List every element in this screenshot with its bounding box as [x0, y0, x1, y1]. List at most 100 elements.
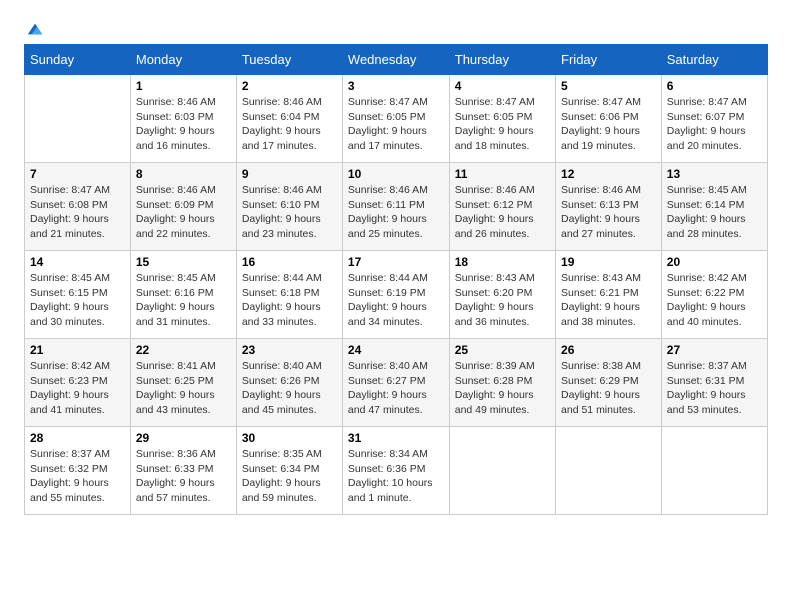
day-number: 4 — [455, 79, 550, 93]
calendar-cell: 15 Sunrise: 8:45 AM Sunset: 6:16 PM Dayli… — [130, 251, 236, 339]
day-info: Sunrise: 8:37 AM Sunset: 6:31 PM Dayligh… — [667, 359, 762, 418]
day-number: 31 — [348, 431, 444, 445]
day-number: 13 — [667, 167, 762, 181]
day-info: Sunrise: 8:37 AM Sunset: 6:32 PM Dayligh… — [30, 447, 125, 506]
day-info: Sunrise: 8:46 AM Sunset: 6:11 PM Dayligh… — [348, 183, 444, 242]
day-number: 16 — [242, 255, 337, 269]
day-info: Sunrise: 8:39 AM Sunset: 6:28 PM Dayligh… — [455, 359, 550, 418]
calendar-week-5: 28 Sunrise: 8:37 AM Sunset: 6:32 PM Dayli… — [25, 427, 768, 515]
day-info: Sunrise: 8:41 AM Sunset: 6:25 PM Dayligh… — [136, 359, 231, 418]
calendar-cell: 5 Sunrise: 8:47 AM Sunset: 6:06 PM Daylig… — [556, 75, 662, 163]
day-number: 1 — [136, 79, 231, 93]
day-number: 21 — [30, 343, 125, 357]
day-number: 6 — [667, 79, 762, 93]
calendar-cell — [661, 427, 767, 515]
calendar-cell: 1 Sunrise: 8:46 AM Sunset: 6:03 PM Daylig… — [130, 75, 236, 163]
calendar-cell: 3Sunrise: 8:47 AM Sunset: 6:05 PM Daylig… — [342, 75, 449, 163]
header-day-tuesday: Tuesday — [236, 45, 342, 75]
calendar-cell: 2 Sunrise: 8:46 AM Sunset: 6:04 PM Daylig… — [236, 75, 342, 163]
calendar-cell: 30 Sunrise: 8:35 AM Sunset: 6:34 PM Dayli… — [236, 427, 342, 515]
day-number: 5 — [561, 79, 656, 93]
day-info: Sunrise: 8:46 AM Sunset: 6:13 PM Dayligh… — [561, 183, 656, 242]
header-day-friday: Friday — [556, 45, 662, 75]
day-number: 10 — [348, 167, 444, 181]
day-info: Sunrise: 8:45 AM Sunset: 6:14 PM Dayligh… — [667, 183, 762, 242]
calendar-cell: 18 Sunrise: 8:43 AM Sunset: 6:20 PM Dayli… — [449, 251, 555, 339]
header-day-sunday: Sunday — [25, 45, 131, 75]
calendar-cell: 21 Sunrise: 8:42 AM Sunset: 6:23 PM Dayli… — [25, 339, 131, 427]
day-number: 15 — [136, 255, 231, 269]
calendar-cell: 6 Sunrise: 8:47 AM Sunset: 6:07 PM Daylig… — [661, 75, 767, 163]
calendar-cell: 22 Sunrise: 8:41 AM Sunset: 6:25 PM Dayli… — [130, 339, 236, 427]
calendar-cell: 27Sunrise: 8:37 AM Sunset: 6:31 PM Dayli… — [661, 339, 767, 427]
calendar-week-4: 21 Sunrise: 8:42 AM Sunset: 6:23 PM Dayli… — [25, 339, 768, 427]
day-info: Sunrise: 8:46 AM Sunset: 6:03 PM Dayligh… — [136, 95, 231, 154]
calendar-cell: 12 Sunrise: 8:46 AM Sunset: 6:13 PM Dayli… — [556, 163, 662, 251]
calendar-cell — [556, 427, 662, 515]
day-info: Sunrise: 8:42 AM Sunset: 6:23 PM Dayligh… — [30, 359, 125, 418]
day-info: Sunrise: 8:47 AM Sunset: 6:07 PM Dayligh… — [667, 95, 762, 154]
day-number: 23 — [242, 343, 337, 357]
calendar-cell — [449, 427, 555, 515]
day-number: 22 — [136, 343, 231, 357]
day-info: Sunrise: 8:46 AM Sunset: 6:12 PM Dayligh… — [455, 183, 550, 242]
day-info: Sunrise: 8:38 AM Sunset: 6:29 PM Dayligh… — [561, 359, 656, 418]
day-info: Sunrise: 8:47 AM Sunset: 6:06 PM Dayligh… — [561, 95, 656, 154]
day-info: Sunrise: 8:47 AM Sunset: 6:08 PM Dayligh… — [30, 183, 125, 242]
header-day-thursday: Thursday — [449, 45, 555, 75]
day-number: 18 — [455, 255, 550, 269]
calendar-cell: 19 Sunrise: 8:43 AM Sunset: 6:21 PM Dayli… — [556, 251, 662, 339]
calendar-cell: 25 Sunrise: 8:39 AM Sunset: 6:28 PM Dayli… — [449, 339, 555, 427]
calendar-header: SundayMondayTuesdayWednesdayThursdayFrid… — [25, 45, 768, 75]
day-number: 11 — [455, 167, 550, 181]
day-info: Sunrise: 8:44 AM Sunset: 6:18 PM Dayligh… — [242, 271, 337, 330]
calendar-cell: 16 Sunrise: 8:44 AM Sunset: 6:18 PM Dayli… — [236, 251, 342, 339]
calendar-table: SundayMondayTuesdayWednesdayThursdayFrid… — [24, 44, 768, 515]
day-number: 24 — [348, 343, 444, 357]
day-info: Sunrise: 8:43 AM Sunset: 6:20 PM Dayligh… — [455, 271, 550, 330]
day-info: Sunrise: 8:40 AM Sunset: 6:27 PM Dayligh… — [348, 359, 444, 418]
day-number: 12 — [561, 167, 656, 181]
calendar-week-1: 1 Sunrise: 8:46 AM Sunset: 6:03 PM Daylig… — [25, 75, 768, 163]
day-number: 30 — [242, 431, 337, 445]
calendar-cell: 8Sunrise: 8:46 AM Sunset: 6:09 PM Daylig… — [130, 163, 236, 251]
calendar-cell — [25, 75, 131, 163]
day-number: 7 — [30, 167, 125, 181]
page-header — [24, 20, 768, 34]
logo — [24, 20, 44, 34]
day-info: Sunrise: 8:43 AM Sunset: 6:21 PM Dayligh… — [561, 271, 656, 330]
day-number: 28 — [30, 431, 125, 445]
header-day-saturday: Saturday — [661, 45, 767, 75]
calendar-week-3: 14 Sunrise: 8:45 AM Sunset: 6:15 PM Dayli… — [25, 251, 768, 339]
calendar-cell: 11 Sunrise: 8:46 AM Sunset: 6:12 PM Dayli… — [449, 163, 555, 251]
calendar-cell: 4 Sunrise: 8:47 AM Sunset: 6:05 PM Daylig… — [449, 75, 555, 163]
day-number: 2 — [242, 79, 337, 93]
day-info: Sunrise: 8:47 AM Sunset: 6:05 PM Dayligh… — [348, 95, 444, 154]
day-info: Sunrise: 8:46 AM Sunset: 6:04 PM Dayligh… — [242, 95, 337, 154]
header-row: SundayMondayTuesdayWednesdayThursdayFrid… — [25, 45, 768, 75]
day-info: Sunrise: 8:42 AM Sunset: 6:22 PM Dayligh… — [667, 271, 762, 330]
day-info: Sunrise: 8:44 AM Sunset: 6:19 PM Dayligh… — [348, 271, 444, 330]
day-info: Sunrise: 8:45 AM Sunset: 6:16 PM Dayligh… — [136, 271, 231, 330]
day-info: Sunrise: 8:35 AM Sunset: 6:34 PM Dayligh… — [242, 447, 337, 506]
day-number: 19 — [561, 255, 656, 269]
day-number: 14 — [30, 255, 125, 269]
day-info: Sunrise: 8:47 AM Sunset: 6:05 PM Dayligh… — [455, 95, 550, 154]
calendar-week-2: 7 Sunrise: 8:47 AM Sunset: 6:08 PM Daylig… — [25, 163, 768, 251]
calendar-cell: 9Sunrise: 8:46 AM Sunset: 6:10 PM Daylig… — [236, 163, 342, 251]
day-number: 26 — [561, 343, 656, 357]
calendar-cell: 17Sunrise: 8:44 AM Sunset: 6:19 PM Dayli… — [342, 251, 449, 339]
calendar-cell: 24 Sunrise: 8:40 AM Sunset: 6:27 PM Dayli… — [342, 339, 449, 427]
calendar-cell: 13 Sunrise: 8:45 AM Sunset: 6:14 PM Dayli… — [661, 163, 767, 251]
day-number: 29 — [136, 431, 231, 445]
calendar-cell: 10 Sunrise: 8:46 AM Sunset: 6:11 PM Dayli… — [342, 163, 449, 251]
day-info: Sunrise: 8:40 AM Sunset: 6:26 PM Dayligh… — [242, 359, 337, 418]
calendar-cell: 7 Sunrise: 8:47 AM Sunset: 6:08 PM Daylig… — [25, 163, 131, 251]
header-day-wednesday: Wednesday — [342, 45, 449, 75]
calendar-cell: 14 Sunrise: 8:45 AM Sunset: 6:15 PM Dayli… — [25, 251, 131, 339]
calendar-cell: 23 Sunrise: 8:40 AM Sunset: 6:26 PM Dayli… — [236, 339, 342, 427]
day-info: Sunrise: 8:45 AM Sunset: 6:15 PM Dayligh… — [30, 271, 125, 330]
calendar-cell: 29Sunrise: 8:36 AM Sunset: 6:33 PM Dayli… — [130, 427, 236, 515]
day-number: 25 — [455, 343, 550, 357]
day-info: Sunrise: 8:46 AM Sunset: 6:09 PM Dayligh… — [136, 183, 231, 242]
